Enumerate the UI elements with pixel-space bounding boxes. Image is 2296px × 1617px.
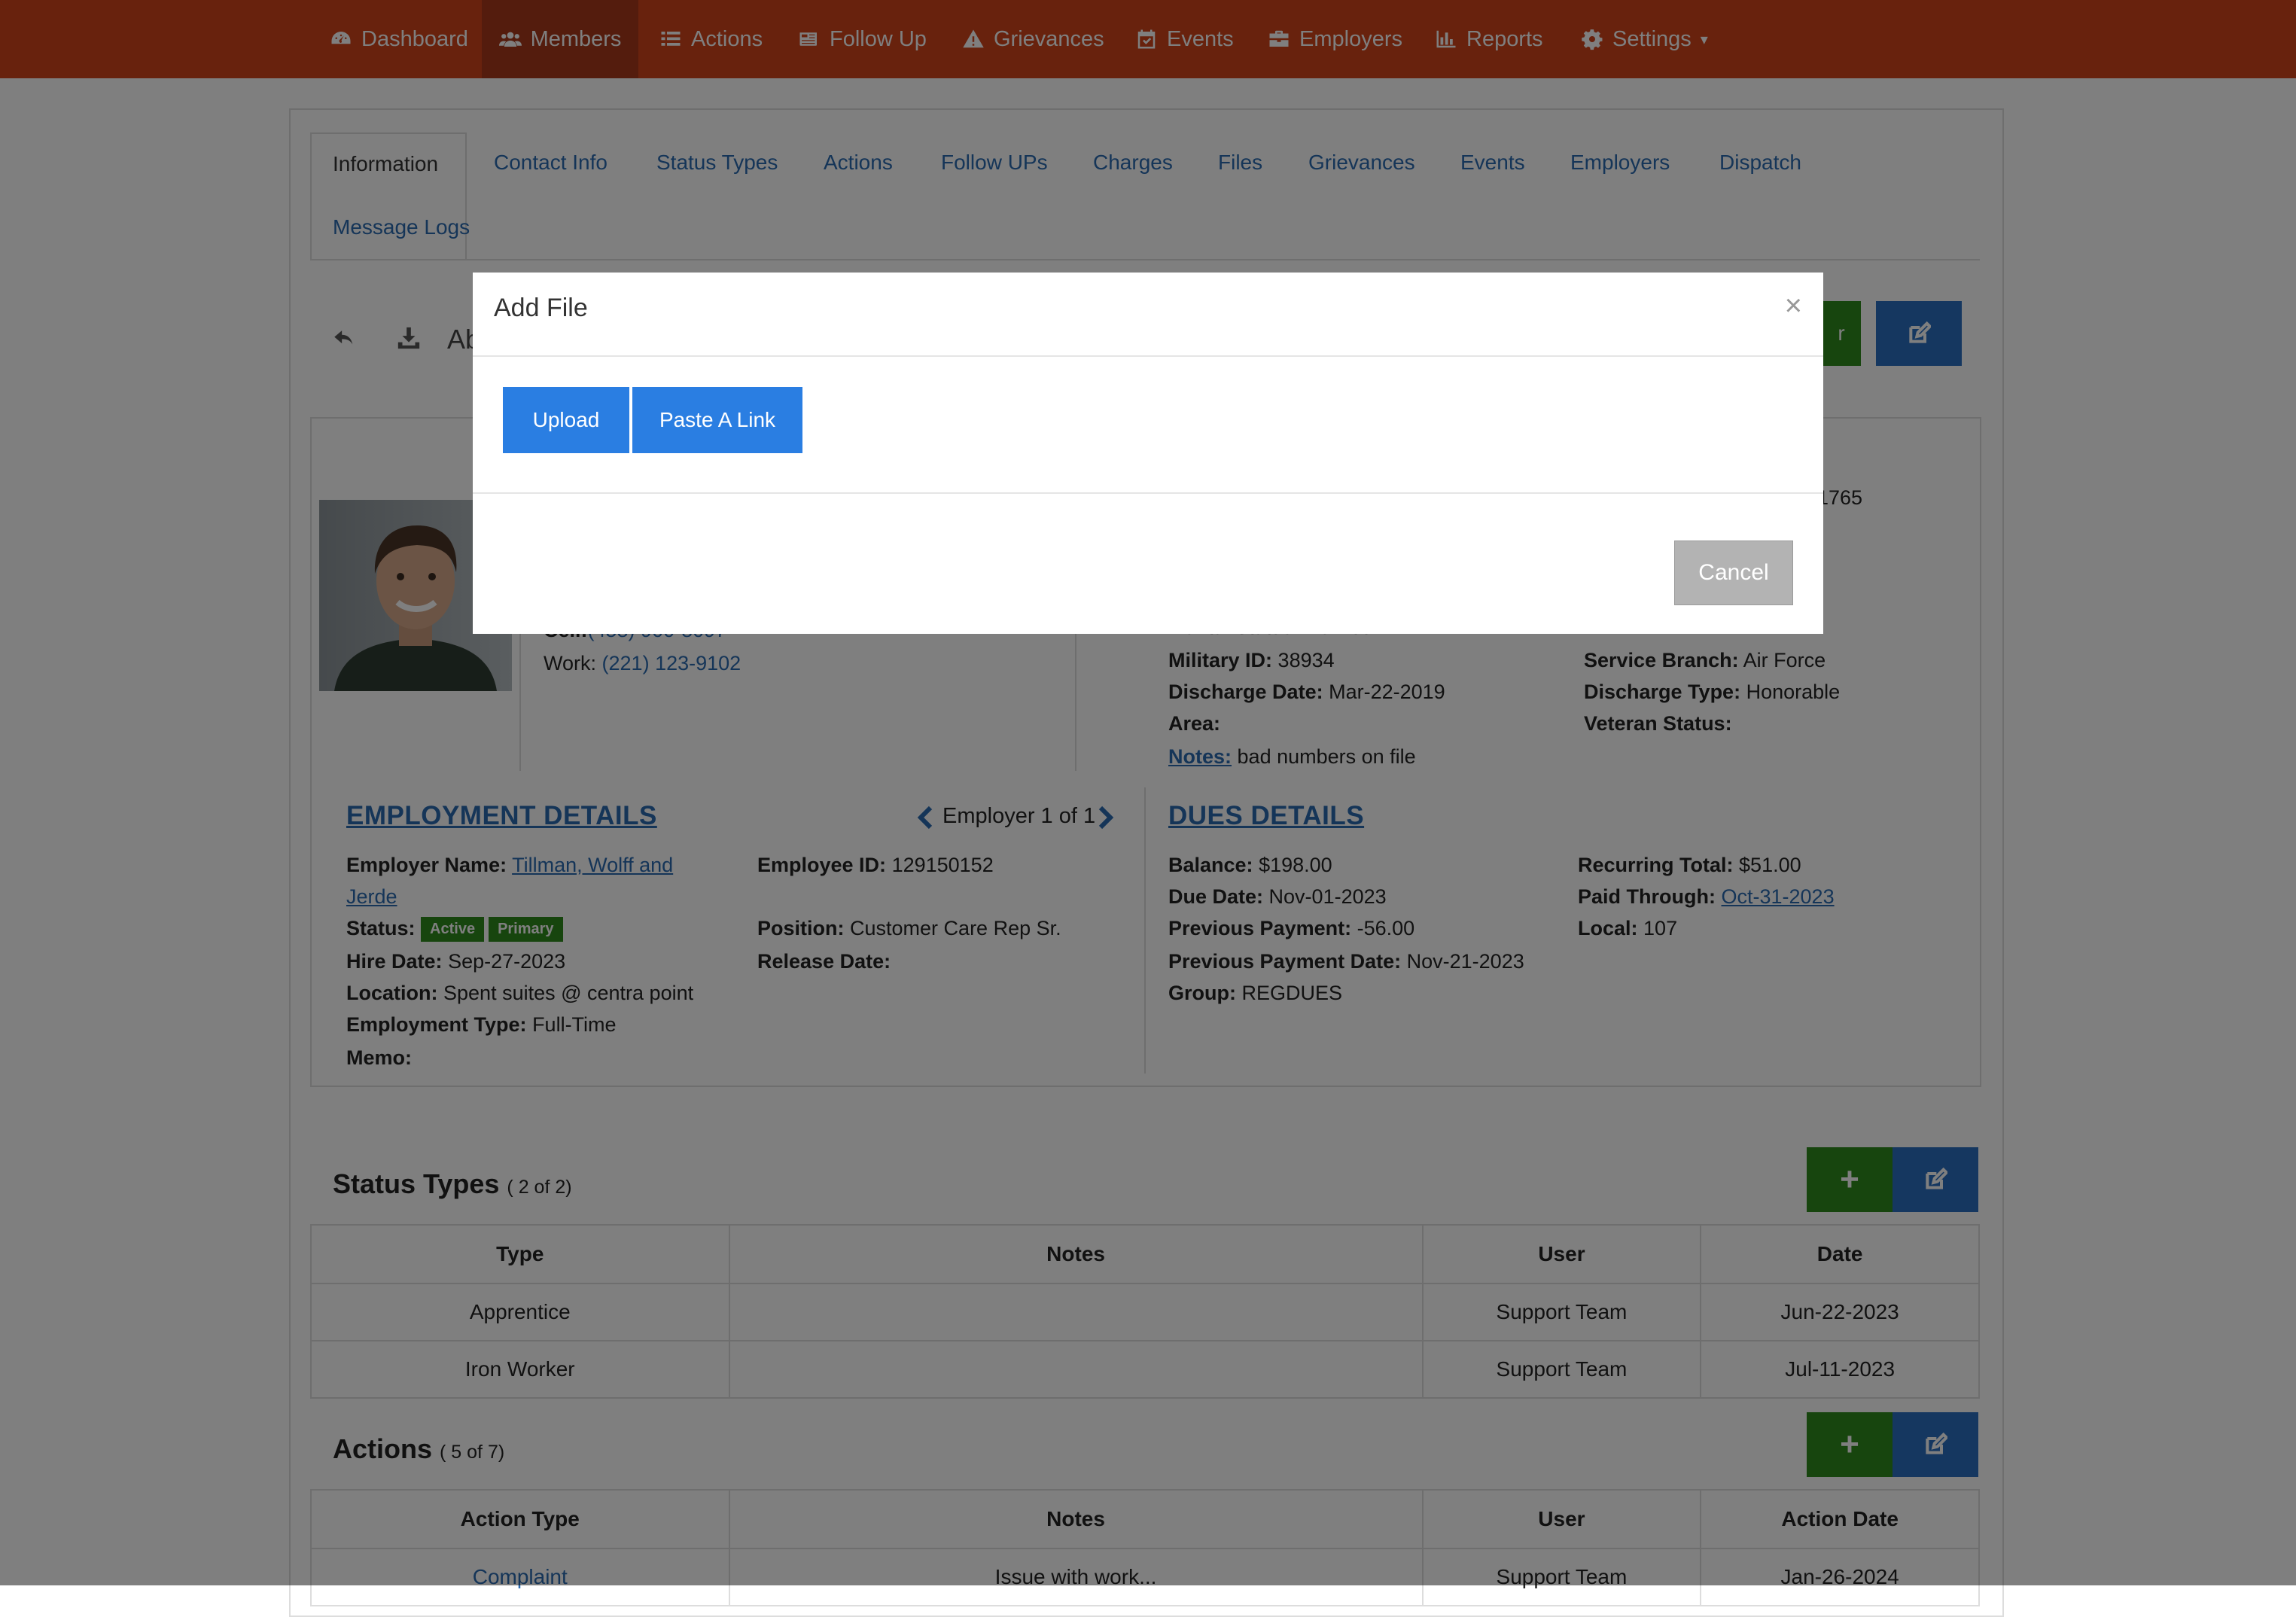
close-icon[interactable]: × — [1785, 289, 1802, 323]
modal-backdrop[interactable] — [0, 0, 2296, 1585]
modal-footer-divider — [473, 492, 1823, 494]
modal-header-divider — [473, 355, 1823, 357]
modal-title: Add File — [494, 294, 588, 322]
cancel-button[interactable]: Cancel — [1674, 541, 1793, 605]
add-file-modal: Add File × Upload Paste A Link Cancel — [473, 273, 1823, 634]
paste-link-button[interactable]: Paste A Link — [632, 387, 802, 453]
upload-button[interactable]: Upload — [503, 387, 629, 453]
